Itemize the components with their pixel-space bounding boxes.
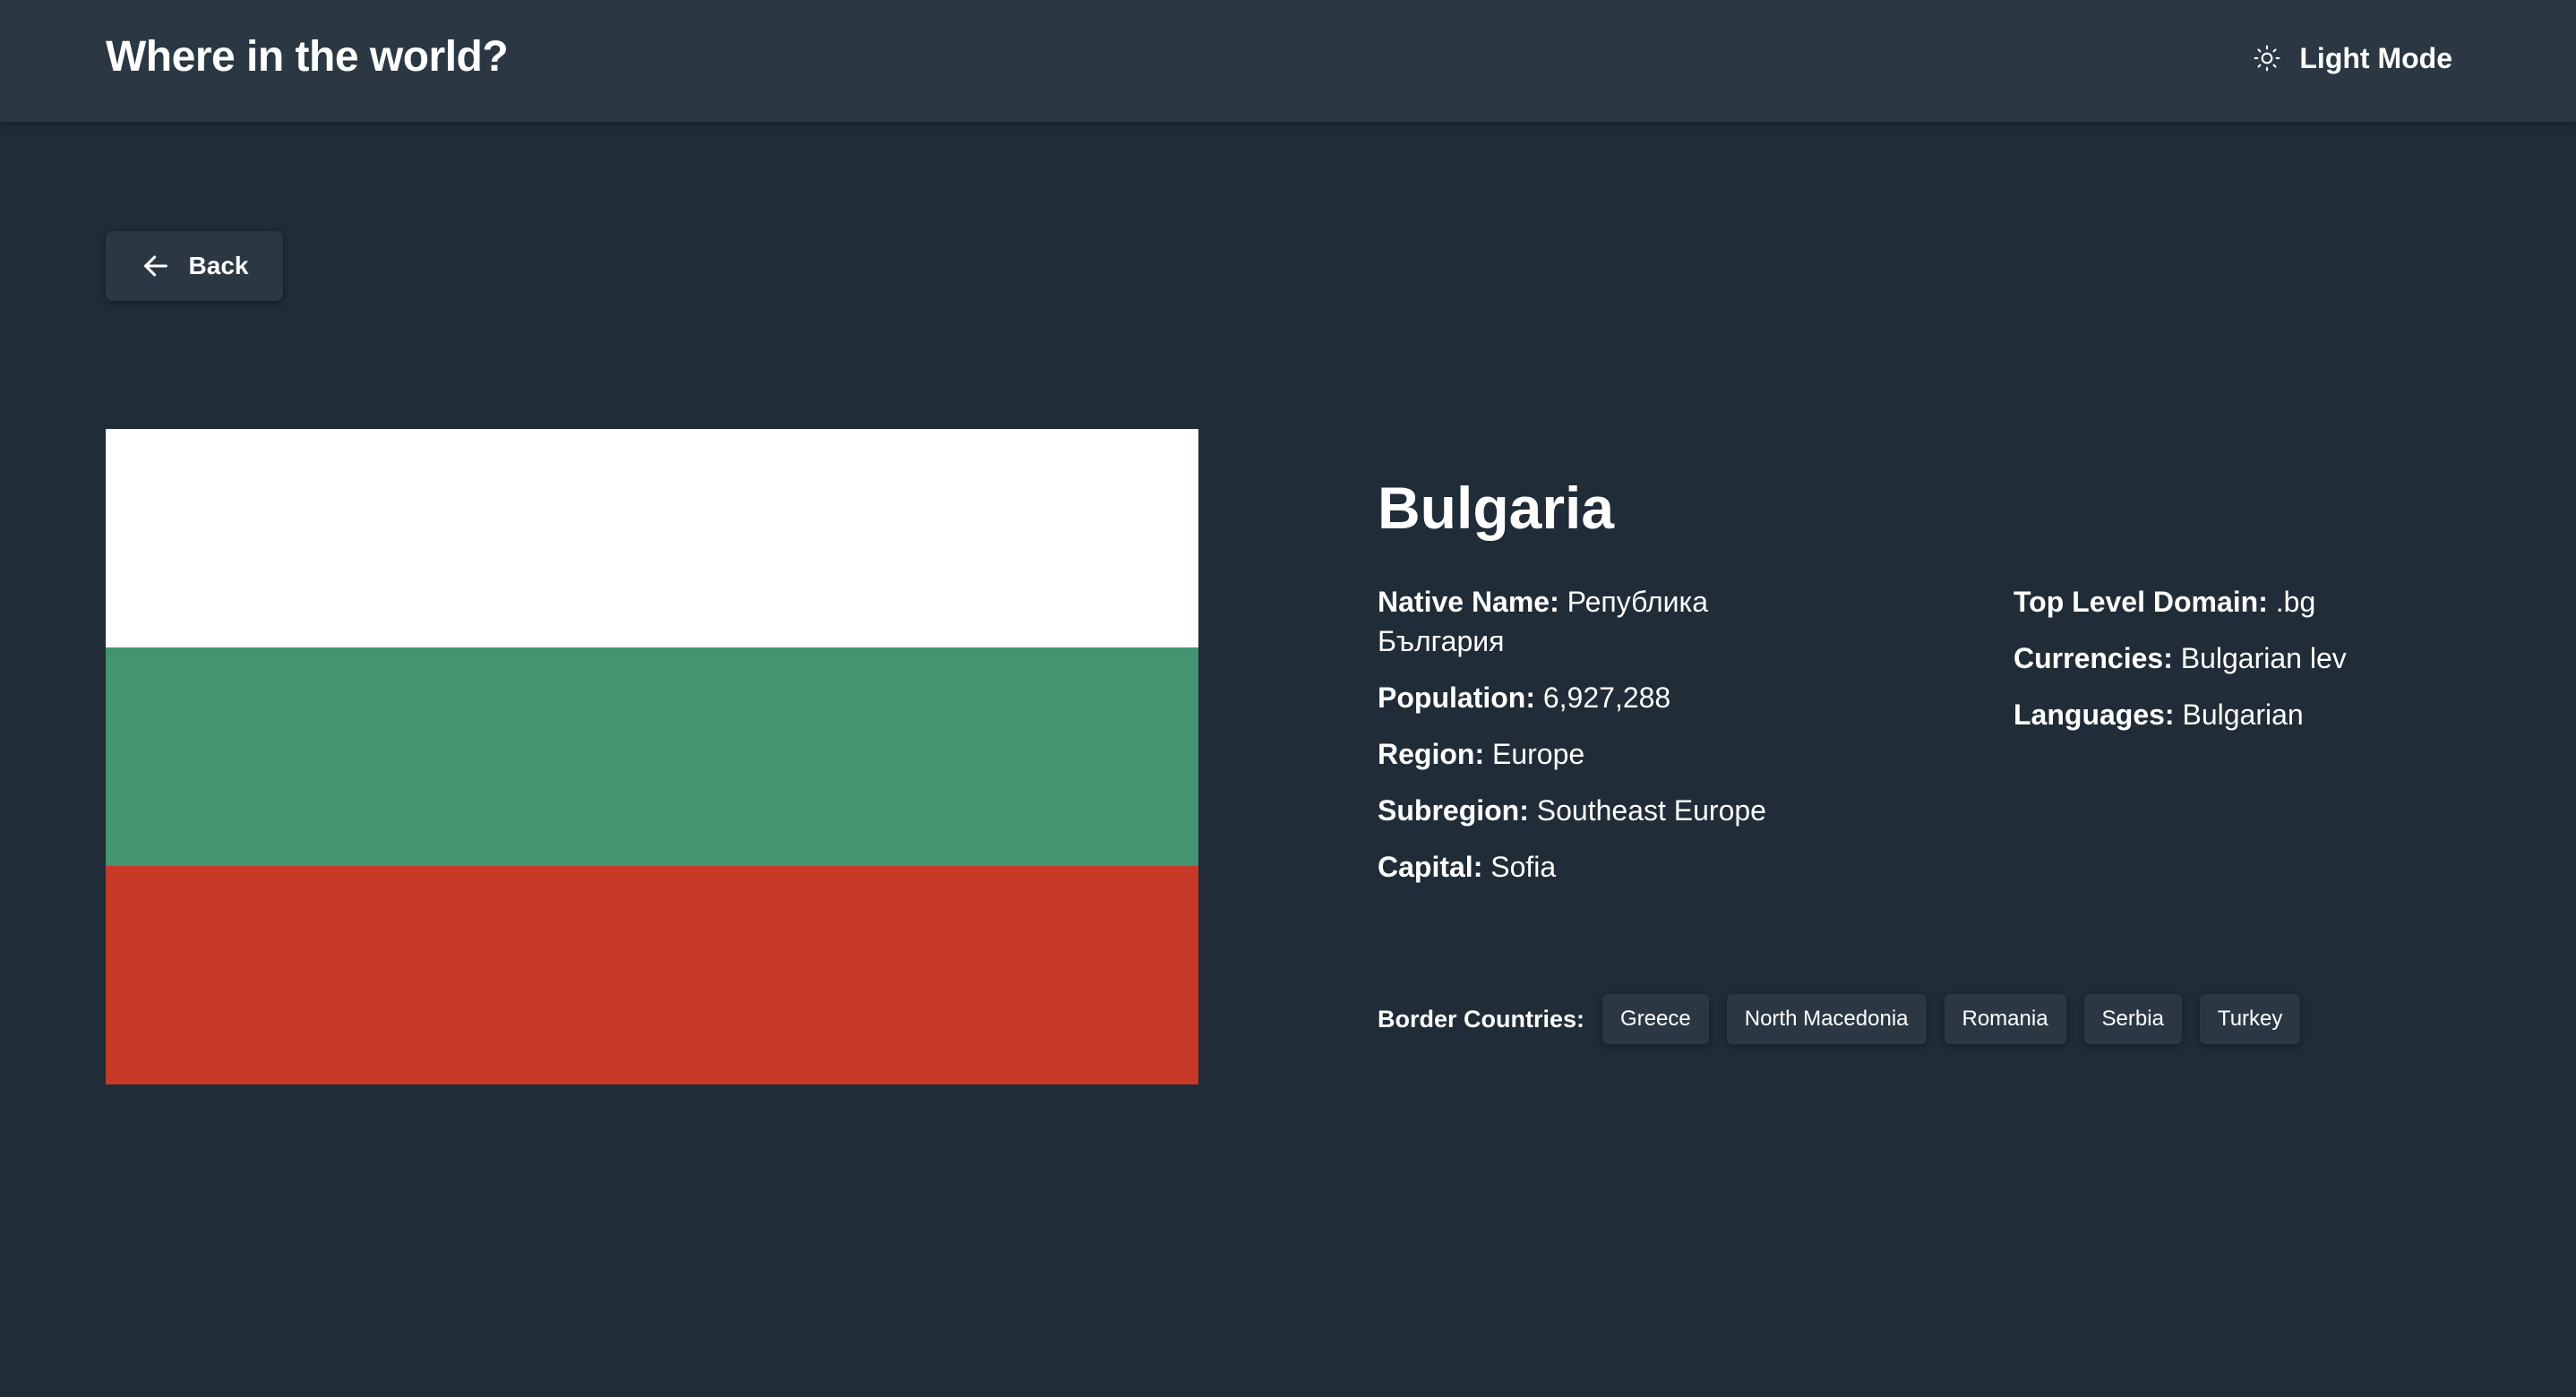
detail-value: Southeast Europe [1536,794,1766,827]
detail-row: Currencies: Bulgarian lev [2014,639,2479,678]
detail-row: Capital: Sofia [1378,847,1790,887]
border-country-button[interactable]: Romania [1944,994,2066,1044]
details-primary: Native Name: Република България Populatio… [1378,582,1790,904]
detail-key: Population: [1378,681,1535,714]
detail-row: Population: 6,927,288 [1378,678,1790,717]
app-header: Where in the world? Light Mode [0,0,2576,122]
theme-toggle-label: Light Mode [2299,41,2452,74]
border-countries: Border Countries: Greece North Macedonia R… [1378,994,2318,1044]
detail-key: Languages: [2014,698,2175,731]
flag-stripe [106,429,1198,647]
details-secondary: Top Level Domain: .bg Currencies: Bulgari… [2014,582,2479,751]
detail-value: Europe [1491,738,1585,770]
detail-row: Native Name: Република България [1378,582,1790,661]
detail-value: .bg [2275,586,2316,618]
detail-key: Capital: [1378,851,1483,883]
detail-value: Bulgarian lev [2180,642,2347,674]
border-country-button[interactable]: Greece [1602,994,1709,1044]
detail-row: Subregion: Southeast Europe [1378,791,1790,830]
theme-toggle-button[interactable]: Light Mode [2253,36,2452,81]
country-flag [106,429,1198,1084]
border-country-button[interactable]: North Macedonia [1726,994,1927,1044]
country-name: Bulgaria [1378,475,1615,541]
detail-key: Native Name: [1378,586,1559,618]
detail-row: Top Level Domain: .bg [2014,582,2479,621]
detail-key: Top Level Domain: [2014,586,2268,618]
detail-key: Subregion: [1378,794,1529,827]
back-button[interactable]: Back [106,231,283,301]
border-country-button[interactable]: Serbia [2083,994,2182,1044]
detail-row: Languages: Bulgarian [2014,695,2479,734]
flag-stripe [106,647,1198,866]
sun-icon [2253,44,2281,73]
border-country-button[interactable]: Turkey [2199,994,2301,1044]
detail-row: Region: Europe [1378,734,1790,774]
detail-value: Bulgarian [2182,698,2304,731]
arrow-left-icon [141,251,171,281]
detail-key: Currencies: [2014,642,2173,674]
flag-stripe [106,866,1198,1084]
detail-key: Region: [1378,738,1485,770]
app-title: Where in the world? [106,33,509,81]
border-countries-label: Border Countries: [1378,1005,1585,1033]
detail-value: Sofia [1490,851,1557,883]
detail-value: 6,927,288 [1542,681,1671,714]
back-button-label: Back [188,252,249,279]
